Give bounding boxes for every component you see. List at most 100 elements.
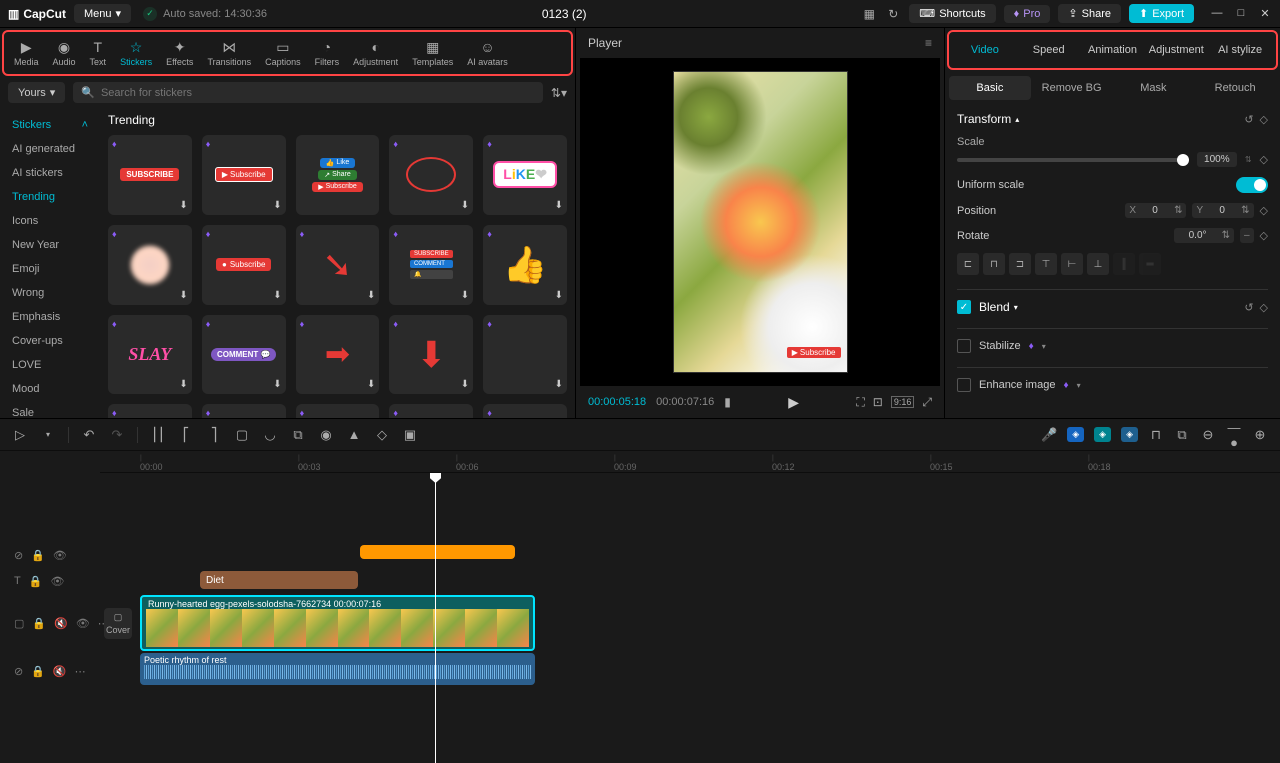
mode-2[interactable]: ◈: [1094, 427, 1111, 442]
uniform-scale-toggle[interactable]: [1236, 177, 1268, 193]
tab-speed[interactable]: Speed: [1017, 40, 1081, 60]
sidebar-item-ai-stickers[interactable]: AI stickers: [0, 161, 100, 185]
download-icon[interactable]: ⬇: [179, 290, 187, 301]
timeline-tracks[interactable]: ⊘🔒👁 T🔒👁 Diet ▢🔒🔇👁⋯ ▢Cover Runny-hearted …: [0, 473, 1280, 763]
transitions-tab[interactable]: ⋈Transitions: [201, 37, 257, 69]
sidebar-item-coverups[interactable]: Cover-ups: [0, 329, 100, 353]
zoom-in-icon[interactable]: ⊕: [1252, 427, 1268, 443]
media-tab[interactable]: ▶Media: [8, 37, 45, 69]
sidebar-item-love[interactable]: LOVE: [0, 353, 100, 377]
crop-icon[interactable]: ▢: [234, 427, 250, 443]
tab-animation[interactable]: Animation: [1081, 40, 1145, 60]
sidebar-item-mood[interactable]: Mood: [0, 377, 100, 401]
export-button[interactable]: ⬆Export: [1129, 4, 1194, 23]
aspect-ratio[interactable]: 9:16: [891, 396, 915, 408]
lock-icon[interactable]: 🔒: [31, 549, 45, 562]
sticker-item[interactable]: ♦😍⬇: [296, 404, 380, 418]
expand-icon[interactable]: ⤢: [922, 395, 932, 410]
sidebar-item-ai-generated[interactable]: AI generated: [0, 137, 100, 161]
audio-clip[interactable]: Poetic rhythm of rest: [140, 653, 535, 685]
undo-icon[interactable]: ↶: [81, 427, 97, 443]
subtab-basic[interactable]: Basic: [949, 76, 1031, 100]
lock-icon[interactable]: 🔒: [31, 665, 45, 678]
sticker-item[interactable]: ♦SUBSCRIBE⬇: [108, 135, 192, 215]
effects-tab[interactable]: ✦Effects: [160, 37, 199, 69]
mode-1[interactable]: ◈: [1067, 427, 1084, 442]
search-input[interactable]: [101, 87, 535, 99]
sidebar-item-trending[interactable]: Trending: [0, 185, 100, 209]
share-button[interactable]: ⇪Share: [1058, 4, 1121, 23]
audio-tab[interactable]: ◉Audio: [47, 37, 82, 69]
avatars-tab[interactable]: ☺AI avatars: [461, 37, 514, 69]
sticker-item[interactable]: ♦⬇: [483, 315, 567, 395]
fullscreen-icon[interactable]: ⛶: [856, 395, 864, 410]
sticker-item[interactable]: ♦👍✨⬇: [483, 404, 567, 418]
video-clip[interactable]: Runny-hearted egg-pexels-solodsha-766273…: [140, 595, 535, 651]
keyframe-icon[interactable]: ◇: [1260, 113, 1268, 126]
mute-icon[interactable]: 🔇: [53, 665, 67, 678]
blend-checkbox[interactable]: ✓: [957, 300, 971, 314]
align-top[interactable]: ⊤: [1035, 253, 1057, 275]
mute-icon[interactable]: 🔇: [54, 617, 68, 630]
more-icon[interactable]: ⋯: [75, 665, 86, 678]
filters-tab[interactable]: ◔Filters: [309, 37, 346, 69]
search-box[interactable]: 🔍: [73, 82, 543, 103]
reset-icon[interactable]: ↺: [1244, 113, 1253, 126]
sticker-item[interactable]: ♦👍Like⬇: [389, 404, 473, 418]
sticker-item[interactable]: ♦⬇⬇: [389, 315, 473, 395]
menu-button[interactable]: Menu▾: [74, 4, 131, 23]
download-icon[interactable]: ⬇: [273, 379, 281, 390]
rotate-icon[interactable]: ◇: [374, 427, 390, 443]
enhance-checkbox[interactable]: [957, 378, 971, 392]
audio-icon[interactable]: ⊘: [14, 665, 23, 678]
align-center-h[interactable]: ⊓: [983, 253, 1005, 275]
download-icon[interactable]: ⬇: [179, 379, 187, 390]
scale-value[interactable]: 100%: [1197, 152, 1237, 167]
pos-y-input[interactable]: Y⇅: [1192, 203, 1253, 218]
record-icon[interactable]: ◉: [318, 427, 334, 443]
scale-slider[interactable]: [957, 158, 1189, 162]
download-icon[interactable]: ⬇: [179, 200, 187, 211]
download-icon[interactable]: ⬇: [367, 290, 375, 301]
sticker-item[interactable]: ♦LIVE⬇: [202, 404, 286, 418]
lock-icon[interactable]: 🔒: [29, 575, 43, 588]
keyframe-icon[interactable]: ◇: [1260, 301, 1268, 314]
sidebar-item-icons[interactable]: Icons: [0, 209, 100, 233]
video-track[interactable]: ▢🔒🔇👁⋯ ▢Cover Runny-hearted egg-pexels-so…: [0, 595, 1280, 651]
text-tab[interactable]: TText: [84, 37, 113, 69]
shortcuts-button[interactable]: ⌨Shortcuts: [909, 4, 995, 23]
close-button[interactable]: ✕: [1258, 7, 1272, 20]
text-icon[interactable]: T: [14, 575, 21, 587]
link-icon[interactable]: ⧉: [1174, 427, 1190, 443]
subtab-retouch[interactable]: Retouch: [1194, 76, 1276, 100]
rotate-reset[interactable]: –: [1240, 228, 1254, 243]
trim-right-icon[interactable]: ⎤: [206, 427, 222, 443]
copy-icon[interactable]: ⧉: [290, 427, 306, 443]
magnet-icon[interactable]: ⊓: [1148, 427, 1164, 443]
mirror-icon[interactable]: ▲: [346, 427, 362, 442]
tab-adjustment[interactable]: Adjustment: [1144, 40, 1208, 60]
captions-tab[interactable]: ▭Captions: [259, 37, 307, 69]
stabilize-checkbox[interactable]: [957, 339, 971, 353]
stickers-tab[interactable]: ☆Stickers: [114, 37, 158, 69]
split-icon[interactable]: ⎮⎮: [150, 427, 166, 443]
pro-button[interactable]: ♦Pro: [1004, 5, 1051, 23]
eye-icon[interactable]: 👁: [50, 575, 64, 588]
zoom-out-icon[interactable]: ⊖: [1200, 427, 1216, 443]
tab-video[interactable]: Video: [953, 40, 1017, 60]
timeline-ruler[interactable]: 00:00 00:03 00:06 00:09 00:12 00:15 00:1…: [100, 451, 1280, 473]
sidebar-item-wrong[interactable]: Wrong: [0, 281, 100, 305]
download-icon[interactable]: ⬇: [367, 379, 375, 390]
mode-3[interactable]: ◈: [1121, 427, 1138, 442]
text-track[interactable]: T🔒👁 Diet: [0, 569, 1280, 593]
crop2-icon[interactable]: ▣: [402, 427, 418, 443]
templates-tab[interactable]: ▦Templates: [406, 37, 459, 69]
layout-icon[interactable]: ▦: [861, 6, 877, 22]
history-icon[interactable]: ↻: [885, 6, 901, 22]
keyframe-icon[interactable]: ◇: [1260, 153, 1268, 166]
mic-icon[interactable]: 🎤: [1041, 427, 1057, 443]
prev-frame-icon[interactable]: ▮: [724, 395, 731, 409]
sticker-item[interactable]: ♦➘⬇: [296, 225, 380, 305]
filter-button[interactable]: ⇅▾: [551, 86, 567, 100]
keyframe-icon[interactable]: ◇: [1260, 204, 1268, 217]
